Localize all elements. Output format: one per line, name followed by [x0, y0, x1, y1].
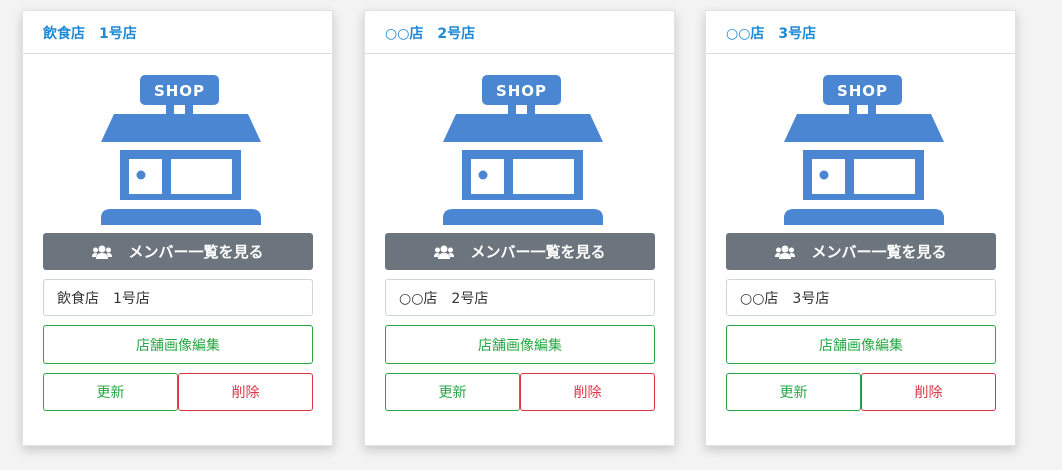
view-members-label: メンバー一覧を見る: [470, 243, 606, 261]
delete-button[interactable]: 削除: [861, 373, 996, 411]
store-name-input[interactable]: [385, 279, 655, 316]
shop-storefront-icon: SHOP: [784, 75, 944, 225]
store-card: ○○店 2号店 SHOP メンバー一覧を見る 店舗画像編: [364, 10, 675, 446]
edit-store-image-button[interactable]: 店舗画像編集: [43, 325, 313, 364]
shop-storefront-icon: SHOP: [101, 75, 261, 225]
shop-sign-text: SHOP: [496, 82, 547, 100]
delete-button[interactable]: 削除: [178, 373, 313, 411]
users-icon: [434, 245, 455, 259]
shop-sign-text: SHOP: [837, 82, 888, 100]
store-card-list: 飲食店 1号店 SHOP メンバー一覧を見る 店舗画像編: [0, 0, 1062, 470]
delete-button[interactable]: 削除: [520, 373, 655, 411]
edit-store-image-button[interactable]: 店舗画像編集: [385, 325, 655, 364]
store-card-title: ○○店 2号店: [365, 11, 674, 54]
store-card-title: ○○店 3号店: [706, 11, 1015, 54]
edit-store-image-button[interactable]: 店舗画像編集: [726, 325, 996, 364]
view-members-label: メンバー一覧を見る: [811, 243, 947, 261]
view-members-button[interactable]: メンバー一覧を見る: [726, 233, 996, 270]
store-card: 飲食店 1号店 SHOP メンバー一覧を見る 店舗画像編: [22, 10, 333, 446]
store-card: ○○店 3号店 SHOP メンバー一覧を見る 店舗画像編: [705, 10, 1016, 446]
update-button[interactable]: 更新: [726, 373, 861, 411]
shop-sign-text: SHOP: [154, 82, 205, 100]
users-icon: [92, 245, 113, 259]
store-name-input[interactable]: [726, 279, 996, 316]
view-members-button[interactable]: メンバー一覧を見る: [385, 233, 655, 270]
users-icon: [775, 245, 796, 259]
store-name-input[interactable]: [43, 279, 313, 316]
update-button[interactable]: 更新: [385, 373, 520, 411]
view-members-label: メンバー一覧を見る: [128, 243, 264, 261]
view-members-button[interactable]: メンバー一覧を見る: [43, 233, 313, 270]
store-card-title: 飲食店 1号店: [23, 11, 332, 54]
update-button[interactable]: 更新: [43, 373, 178, 411]
shop-storefront-icon: SHOP: [443, 75, 603, 225]
